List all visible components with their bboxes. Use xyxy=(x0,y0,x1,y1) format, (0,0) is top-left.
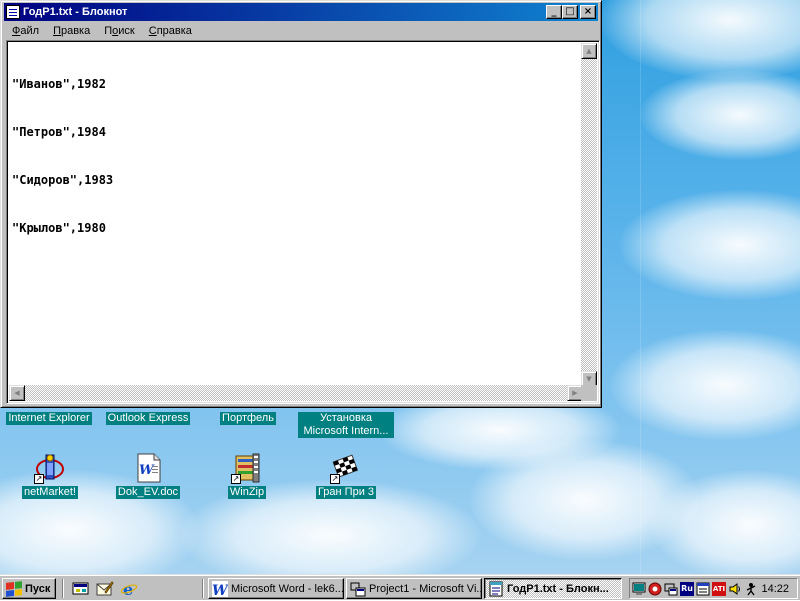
task-button-notepad[interactable]: ГодР1.txt - Блокн... xyxy=(484,578,622,599)
volume-icon[interactable] xyxy=(728,582,742,596)
menu-edit-accel: П xyxy=(53,25,61,37)
menu-search-pre: П xyxy=(104,25,113,37)
start-label: Пуск xyxy=(25,582,51,595)
maximize-button[interactable]: □ xyxy=(562,5,578,19)
menu-bar: Файл Правка Поиск Справка xyxy=(4,22,598,40)
desktop-icon-internet-explorer[interactable]: Internet Explorer xyxy=(6,412,92,425)
task-label: Microsoft Word - lek6.... xyxy=(231,582,344,595)
text-line: "Иванов",1982 xyxy=(12,77,106,91)
shortcut-arrow-icon: ↗ xyxy=(231,474,241,484)
desktop-icon-ie-setup[interactable]: Установка Microsoft Intern... xyxy=(298,412,394,438)
word-icon: W xyxy=(212,580,229,598)
windows-logo-icon xyxy=(6,580,22,597)
scroll-up-button[interactable]: ▲ xyxy=(581,43,597,59)
task-label: ГодР1.txt - Блокн... xyxy=(507,582,609,595)
menu-search[interactable]: Поиск xyxy=(96,25,141,37)
menu-help-rest: правка xyxy=(156,25,192,37)
horizontal-scrollbar[interactable]: ◀ ▶ xyxy=(9,385,583,401)
notepad-window: ГодР1.txt - Блокнот _ □ × Файл Правка По… xyxy=(0,0,602,408)
text-line: "Сидоров",1983 xyxy=(12,173,114,187)
internet-explorer-quicklaunch-icon[interactable]: e xyxy=(120,580,138,599)
word-document-icon: W xyxy=(132,452,164,484)
scroll-corner xyxy=(581,385,597,401)
task-scheduler-tray-icon[interactable] xyxy=(696,582,710,596)
cloud xyxy=(620,190,800,300)
svg-text:W: W xyxy=(212,583,228,597)
checkered-flag-icon: ↗ xyxy=(330,452,362,484)
netmarket-icon: ↗ xyxy=(34,452,66,484)
desktop-icon-label: Internet Explorer xyxy=(6,412,92,425)
task-button-word[interactable]: W Microsoft Word - lek6.... xyxy=(208,578,344,599)
system-tray: Ru ATI 14:22 xyxy=(629,578,798,599)
text-line: "Петров",1984 xyxy=(12,125,106,139)
desktop-icon-label: WinZip xyxy=(227,486,267,499)
menu-help-accel: С xyxy=(148,25,157,37)
text-content[interactable]: "Иванов",1982 "Петров",1984 "Сидоров",19… xyxy=(9,43,583,387)
menu-help[interactable]: Справка xyxy=(141,25,198,37)
menu-search-rest: иск xyxy=(118,25,135,37)
desktop-icon-winzip[interactable]: ↗ WinZip xyxy=(208,452,286,499)
taskbar-separator xyxy=(62,579,64,598)
desktop-icon-label: Гран При 3 xyxy=(315,486,377,499)
shortcut-arrow-icon: ↗ xyxy=(34,474,44,484)
desktop-icon-outlook-express[interactable]: Outlook Express xyxy=(104,412,192,425)
outlook-express-quicklaunch-icon[interactable] xyxy=(96,580,114,597)
network-tray-icon[interactable] xyxy=(664,582,678,596)
language-indicator[interactable]: Ru xyxy=(680,581,694,596)
show-desktop-icon[interactable] xyxy=(72,580,90,597)
monitor-tray-icon[interactable] xyxy=(648,582,662,596)
menu-file-rest: айл xyxy=(20,25,40,37)
stick-figure-tray-icon[interactable] xyxy=(744,582,758,596)
desktop-icon-dok-ev[interactable]: W Dok_EV.doc xyxy=(106,452,190,499)
shortcut-arrow-icon: ↗ xyxy=(330,474,340,484)
menu-edit-rest: равка xyxy=(60,25,91,37)
winzip-icon: ↗ xyxy=(231,452,263,484)
desktop-icon-label: Outlook Express xyxy=(105,412,191,425)
start-button[interactable]: Пуск xyxy=(2,578,56,599)
notepad-icon xyxy=(488,581,504,597)
text-line: "Крылов",1980 xyxy=(12,221,106,235)
desktop-icon-label: netMarket! xyxy=(22,486,78,499)
notepad-icon[interactable] xyxy=(6,5,20,19)
cloud xyxy=(640,70,800,160)
close-button[interactable]: × xyxy=(580,5,596,19)
desktop-icon-label: Установка xyxy=(298,412,394,425)
text-editor[interactable]: "Иванов",1982 "Петров",1984 "Сидоров",19… xyxy=(6,40,600,404)
clock[interactable]: 14:22 xyxy=(761,583,789,595)
title-bar[interactable]: ГодР1.txt - Блокнот _ □ × xyxy=(4,3,598,21)
window-title: ГодР1.txt - Блокнот xyxy=(23,6,128,18)
minimize-button[interactable]: _ xyxy=(546,5,562,19)
desktop-icon-grand-prix-3[interactable]: ↗ Гран При 3 xyxy=(306,452,386,499)
cloud xyxy=(600,0,800,80)
menu-edit[interactable]: Правка xyxy=(45,25,96,37)
taskbar-separator xyxy=(202,579,204,598)
menu-file[interactable]: Файл xyxy=(4,25,45,37)
cloud xyxy=(610,330,800,440)
visual-basic-icon xyxy=(350,581,366,597)
wallpaper-edge xyxy=(640,0,641,574)
taskbar: Пуск e W Microsoft Word - lek6.... Proje… xyxy=(0,574,800,600)
svg-text:W: W xyxy=(139,463,155,478)
desktop-icon-netmarket[interactable]: ↗ netMarket! xyxy=(10,452,90,499)
task-label: Project1 - Microsoft Vi... xyxy=(369,582,482,595)
desktop-icon-label: Портфель xyxy=(220,412,276,425)
vertical-scrollbar[interactable]: ▲ ▼ xyxy=(581,43,597,387)
desktop-icon-label: Dok_EV.doc xyxy=(115,486,181,499)
desktop-icon-label-line2: Microsoft Intern... xyxy=(298,425,394,438)
task-button-vb-project[interactable]: Project1 - Microsoft Vi... xyxy=(346,578,482,599)
scroll-left-button[interactable]: ◀ xyxy=(9,385,25,401)
computer-tray-icon[interactable] xyxy=(632,582,646,596)
ati-tray-icon[interactable]: ATI xyxy=(712,581,726,596)
desktop-icon-briefcase[interactable]: Портфель xyxy=(212,412,284,425)
